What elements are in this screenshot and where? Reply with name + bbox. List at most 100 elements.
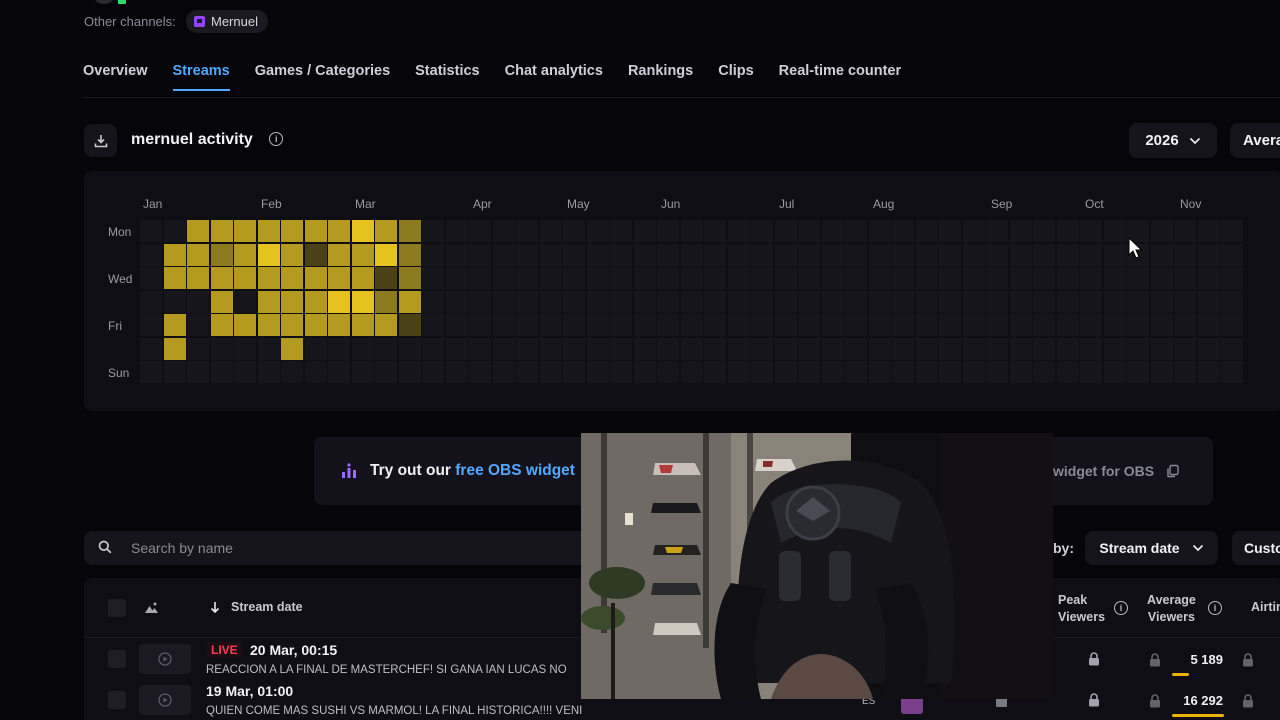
- heatmap-cell[interactable]: [798, 243, 820, 266]
- heatmap-cell[interactable]: [398, 267, 421, 289]
- heatmap-cell[interactable]: [1080, 243, 1102, 266]
- heatmap-cell[interactable]: [915, 337, 938, 360]
- heatmap-cell[interactable]: [1033, 361, 1055, 383]
- heatmap-cell[interactable]: [328, 290, 350, 313]
- heatmap-cell[interactable]: [1103, 290, 1126, 313]
- heatmap-cell[interactable]: [1127, 290, 1149, 313]
- heatmap-cell[interactable]: [986, 314, 1008, 336]
- heatmap-cell[interactable]: [234, 290, 256, 313]
- heatmap-cell[interactable]: [328, 337, 350, 360]
- heatmap-cell[interactable]: [1033, 243, 1055, 266]
- heatmap-cell[interactable]: [1103, 337, 1126, 360]
- heatmap-cell[interactable]: [563, 243, 585, 266]
- heatmap-cell[interactable]: [1174, 243, 1196, 266]
- col-stream-date[interactable]: Stream date: [231, 600, 303, 614]
- heatmap-cell[interactable]: [586, 243, 609, 266]
- heatmap-cell[interactable]: [915, 361, 938, 383]
- heatmap-cell[interactable]: [210, 361, 233, 383]
- heatmap-cell[interactable]: [680, 220, 703, 242]
- heatmap-cell[interactable]: [774, 267, 797, 289]
- heatmap-cell[interactable]: [328, 361, 350, 383]
- heatmap-cell[interactable]: [1056, 267, 1079, 289]
- heatmap-cell[interactable]: [304, 243, 327, 266]
- heatmap-cell[interactable]: [1103, 267, 1126, 289]
- heatmap-cell[interactable]: [234, 337, 256, 360]
- info-icon[interactable]: i: [1114, 601, 1128, 615]
- heatmap-cell[interactable]: [469, 290, 491, 313]
- heatmap-cell[interactable]: [586, 220, 609, 242]
- heatmap-cell[interactable]: [492, 290, 515, 313]
- row-checkbox[interactable]: [108, 691, 126, 709]
- heatmap-cell[interactable]: [751, 220, 773, 242]
- heatmap-cell[interactable]: [516, 290, 538, 313]
- heatmap-cell[interactable]: [492, 220, 515, 242]
- heatmap-cell[interactable]: [1197, 314, 1220, 336]
- heatmap-cell[interactable]: [774, 290, 797, 313]
- heatmap-cell[interactable]: [398, 290, 421, 313]
- heatmap-cell[interactable]: [281, 267, 303, 289]
- heatmap-cell[interactable]: [610, 337, 632, 360]
- heatmap-cell[interactable]: [422, 220, 444, 242]
- heatmap-cell[interactable]: [539, 290, 562, 313]
- heatmap-cell[interactable]: [892, 290, 914, 313]
- heatmap-cell[interactable]: [610, 314, 632, 336]
- heatmap-cell[interactable]: [633, 361, 656, 383]
- heatmap-cell[interactable]: [210, 267, 233, 289]
- heatmap-cell[interactable]: [1150, 267, 1173, 289]
- heatmap-cell[interactable]: [727, 243, 750, 266]
- heatmap-cell[interactable]: [962, 243, 985, 266]
- heatmap-cell[interactable]: [1150, 361, 1173, 383]
- heatmap-cell[interactable]: [892, 220, 914, 242]
- heatmap-cell[interactable]: [633, 243, 656, 266]
- heatmap-cell[interactable]: [140, 314, 162, 336]
- heatmap-cell[interactable]: [751, 243, 773, 266]
- heatmap-cell[interactable]: [1009, 267, 1032, 289]
- heatmap-cell[interactable]: [187, 220, 209, 242]
- heatmap-cell[interactable]: [304, 361, 327, 383]
- heatmap-cell[interactable]: [210, 314, 233, 336]
- obs-copy-area[interactable]: widget for OBS: [1053, 463, 1180, 479]
- heatmap-cell[interactable]: [751, 361, 773, 383]
- heatmap-cell[interactable]: [210, 290, 233, 313]
- heatmap-cell[interactable]: [915, 243, 938, 266]
- heatmap-cell[interactable]: [351, 361, 374, 383]
- tab-real-time-counter[interactable]: Real-time counter: [779, 63, 901, 91]
- row-date[interactable]: 20 Mar, 00:15: [250, 642, 337, 658]
- heatmap-cell[interactable]: [986, 290, 1008, 313]
- download-button[interactable]: [84, 124, 117, 157]
- heatmap-cell[interactable]: [469, 337, 491, 360]
- heatmap-cell[interactable]: [163, 267, 186, 289]
- heatmap-cell[interactable]: [140, 290, 162, 313]
- heatmap-cell[interactable]: [257, 361, 280, 383]
- heatmap-cell[interactable]: [187, 337, 209, 360]
- heatmap-cell[interactable]: [187, 314, 209, 336]
- heatmap-cell[interactable]: [868, 290, 891, 313]
- heatmap-cell[interactable]: [962, 267, 985, 289]
- heatmap-cell[interactable]: [398, 220, 421, 242]
- heatmap-cell[interactable]: [798, 290, 820, 313]
- heatmap-cell[interactable]: [445, 267, 468, 289]
- heatmap-cell[interactable]: [610, 220, 632, 242]
- heatmap-cell[interactable]: [657, 337, 679, 360]
- heatmap-cell[interactable]: [281, 361, 303, 383]
- heatmap-cell[interactable]: [1221, 361, 1243, 383]
- heatmap-cell[interactable]: [257, 267, 280, 289]
- heatmap-cell[interactable]: [281, 220, 303, 242]
- heatmap-cell[interactable]: [751, 337, 773, 360]
- heatmap-cell[interactable]: [351, 290, 374, 313]
- tab-rankings[interactable]: Rankings: [628, 63, 693, 91]
- heatmap-cell[interactable]: [328, 243, 350, 266]
- heatmap-cell[interactable]: [821, 290, 844, 313]
- heatmap-cell[interactable]: [516, 337, 538, 360]
- heatmap-cell[interactable]: [962, 361, 985, 383]
- heatmap-cell[interactable]: [1103, 361, 1126, 383]
- select-all-checkbox[interactable]: [108, 599, 126, 617]
- heatmap-cell[interactable]: [492, 267, 515, 289]
- heatmap-cell[interactable]: [657, 361, 679, 383]
- heatmap-cell[interactable]: [774, 361, 797, 383]
- heatmap-cell[interactable]: [563, 361, 585, 383]
- heatmap-cell[interactable]: [469, 220, 491, 242]
- col-average-viewers[interactable]: Average Viewers: [1147, 592, 1196, 626]
- tab-chat-analytics[interactable]: Chat analytics: [505, 63, 603, 91]
- heatmap-cell[interactable]: [257, 220, 280, 242]
